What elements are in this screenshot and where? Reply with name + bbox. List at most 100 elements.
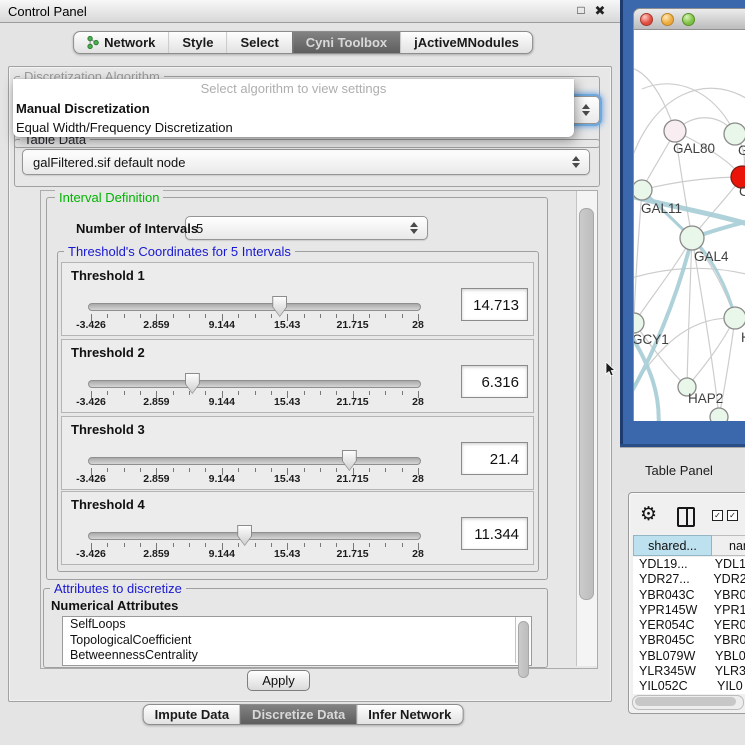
network-node-h[interactable] (724, 307, 745, 329)
slider-thumb[interactable] (185, 373, 200, 394)
table-cell: YPR1 (709, 603, 745, 618)
slider-thumb[interactable] (237, 525, 252, 546)
network-node-ga[interactable] (724, 123, 745, 145)
column-header-name[interactable]: name (712, 535, 745, 556)
close-icon[interactable]: ✖ (592, 2, 608, 19)
slider-thumb[interactable] (342, 450, 357, 471)
list-item-topologicalcoefficient[interactable]: TopologicalCoefficient (63, 633, 531, 649)
horizontal-scrollbar[interactable] (632, 695, 744, 710)
table-row[interactable]: YPR145WYPR1 (633, 603, 745, 618)
threshold-box-3: Threshold 3-3.4262.8599.14415.4321.71528… (61, 416, 534, 490)
tick-label: 2.859 (143, 473, 169, 485)
network-node-gal4[interactable] (680, 226, 704, 250)
tick-label: -3.426 (76, 473, 106, 485)
float-icon[interactable]: □ (573, 2, 589, 19)
slider-track[interactable] (88, 532, 421, 540)
dropdown-option-equal-width-frequency-discretization[interactable]: Equal Width/Frequency Discretization (13, 118, 574, 137)
node-label: GA (738, 143, 745, 158)
slider-track[interactable] (88, 303, 421, 311)
mouse-cursor (605, 362, 616, 377)
tick-mark (385, 314, 386, 318)
tick-mark (140, 468, 141, 472)
checkbox-icon[interactable]: ✓ (712, 510, 723, 521)
threshold-value-field[interactable]: 21.4 (461, 442, 528, 475)
tick-mark (304, 391, 305, 395)
table-row[interactable]: YLR345WYLR3 (633, 664, 745, 679)
table-panel-title: Table Panel (645, 463, 713, 478)
vertical-scrollbar-thumb[interactable] (579, 208, 594, 600)
table-row[interactable]: YER054CYER0 (633, 618, 745, 633)
number-of-intervals-combo[interactable]: 5 (185, 216, 428, 240)
tick-mark (385, 468, 386, 472)
list-item-betweennesscentrality[interactable]: BetweennessCentrality (63, 648, 531, 664)
threshold-value-field[interactable]: 11.344 (461, 517, 528, 550)
tick-mark (189, 314, 190, 318)
minimize-traffic-light[interactable] (661, 13, 674, 26)
table-row[interactable]: YBR045CYBR0 (633, 633, 745, 648)
table-row[interactable]: YDR27...YDR2 (633, 572, 745, 587)
network-canvas[interactable]: GAL80GACGAL11GAL4GCY1HHAP2 (634, 29, 745, 421)
checkbox-icon[interactable]: ✓ (727, 510, 738, 521)
dropdown-prompt: Select algorithm to view settings (13, 79, 574, 99)
table-row[interactable]: YIL052CYIL0 (633, 679, 745, 694)
tick-label: 9.144 (209, 473, 235, 485)
network-node-gal11[interactable] (634, 180, 652, 200)
table-cell: YBL079W (633, 649, 710, 664)
top-tab-bar: NetworkStyleSelectCyni ToolboxjActiveMNo… (73, 31, 533, 54)
tab-select[interactable]: Select (226, 32, 291, 53)
tick-mark (320, 314, 321, 318)
tick-label: -3.426 (76, 319, 106, 331)
split-columns-icon[interactable] (677, 507, 695, 527)
tick-mark (336, 314, 337, 318)
network-view-window: GAL80GACGAL11GAL4GCY1HHAP2 (633, 8, 745, 421)
list-item-selfloops[interactable]: SelfLoops (63, 617, 531, 633)
tick-mark (107, 314, 108, 318)
threshold-value-field[interactable]: 6.316 (461, 365, 528, 398)
slider-track[interactable] (88, 380, 421, 388)
tick-mark (124, 468, 125, 472)
table-data-combo[interactable]: galFiltered.sif default node (22, 149, 590, 175)
table-cell: YPR145W (633, 603, 709, 618)
threshold-label: Threshold 4 (71, 497, 145, 512)
slider-thumb-face (343, 451, 356, 470)
table-row[interactable]: YBL079WYBL0 (633, 649, 745, 664)
threshold-label: Threshold 1 (71, 268, 145, 283)
network-node[interactable] (710, 408, 728, 421)
zoom-traffic-light[interactable] (682, 13, 695, 26)
tab-style[interactable]: Style (168, 32, 226, 53)
column-header-shared[interactable]: shared... (633, 535, 712, 556)
tab-jactivemnodules[interactable]: jActiveMNodules (400, 32, 532, 53)
close-traffic-light[interactable] (640, 13, 653, 26)
slider-track[interactable] (88, 457, 421, 465)
slider-thumb-face (238, 526, 251, 545)
tick-mark (271, 543, 272, 547)
dropdown-option-manual-discretization[interactable]: Manual Discretization (13, 99, 574, 118)
apply-button[interactable]: Apply (247, 670, 310, 691)
tick-mark (402, 468, 403, 472)
tab-network[interactable]: Network (74, 32, 168, 53)
tick-label: 9.144 (209, 319, 235, 331)
tick-mark (238, 314, 239, 318)
tick-mark (205, 314, 206, 318)
table-cell: YBR043C (633, 588, 709, 603)
network-window-titlebar[interactable] (634, 9, 745, 30)
threshold-value-field[interactable]: 14.713 (461, 288, 528, 321)
slider-thumb[interactable] (272, 296, 287, 317)
tick-mark (140, 543, 141, 547)
horizontal-scrollbar-thumb[interactable] (635, 697, 736, 706)
network-node-gal80[interactable] (664, 120, 686, 142)
gear-icon[interactable]: ⚙ (640, 505, 657, 524)
tick-mark (271, 314, 272, 318)
tab-discretize-data[interactable]: Discretize Data (240, 705, 356, 724)
network-node-gcy1[interactable] (634, 313, 644, 333)
table-row[interactable]: YDL19...YDL1 (633, 557, 745, 572)
tab-impute-data[interactable]: Impute Data (144, 705, 240, 724)
tick-mark (205, 543, 206, 547)
tick-mark (271, 468, 272, 472)
tab-cyni-toolbox[interactable]: Cyni Toolbox (292, 32, 400, 53)
tab-infer-network[interactable]: Infer Network (356, 705, 462, 724)
table-row[interactable]: YBR043CYBR0 (633, 588, 745, 603)
attributes-list-scrollbar-thumb[interactable] (518, 621, 529, 678)
tick-mark (107, 543, 108, 547)
tick-mark (173, 391, 174, 395)
